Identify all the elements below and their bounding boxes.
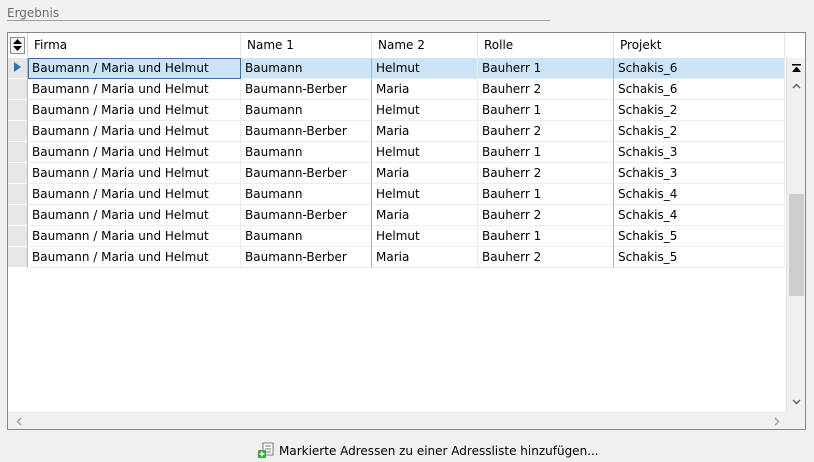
cell-firma[interactable]: Baumann / Maria und Helmut	[28, 58, 241, 79]
cell-name2[interactable]: Maria	[372, 121, 478, 142]
cell-projekt[interactable]: Schakis_6	[614, 79, 785, 100]
results-grid[interactable]: Firma Name 1 Name 2 Rolle Projekt Bauman…	[7, 32, 806, 430]
scrollbar-corner	[786, 412, 805, 429]
scroll-left-icon[interactable]	[10, 413, 27, 429]
cell-firma[interactable]: Baumann / Maria und Helmut	[28, 100, 241, 121]
cell-name2[interactable]: Maria	[372, 163, 478, 184]
column-header-projekt[interactable]: Projekt	[614, 33, 785, 57]
table-row[interactable]: Baumann / Maria und Helmut Baumann-Berber…	[8, 79, 787, 100]
row-header[interactable]	[8, 100, 28, 121]
cell-projekt[interactable]: Schakis_2	[614, 100, 785, 121]
scroll-up-icon[interactable]	[787, 78, 805, 94]
cell-name2[interactable]: Helmut	[372, 184, 478, 205]
cell-name2[interactable]: Maria	[372, 205, 478, 226]
header-corner[interactable]	[8, 33, 28, 57]
row-header[interactable]	[8, 226, 28, 247]
cell-rolle[interactable]: Bauherr 2	[478, 247, 614, 268]
cell-name2[interactable]: Helmut	[372, 142, 478, 163]
cell-name2[interactable]: Maria	[372, 79, 478, 100]
cell-name1[interactable]: Baumann-Berber	[241, 79, 372, 100]
cell-name1[interactable]: Baumann-Berber	[241, 121, 372, 142]
row-header[interactable]	[8, 184, 28, 205]
cell-firma[interactable]: Baumann / Maria und Helmut	[28, 121, 241, 142]
cell-rolle[interactable]: Bauherr 2	[478, 163, 614, 184]
cell-name2[interactable]: Maria	[372, 247, 478, 268]
row-header[interactable]	[8, 205, 28, 226]
grid-rows: Baumann / Maria und Helmut Baumann Helmut B…	[8, 58, 787, 268]
current-row-arrow-icon	[14, 61, 21, 75]
scroll-right-icon[interactable]	[768, 413, 785, 429]
cell-firma[interactable]: Baumann / Maria und Helmut	[28, 163, 241, 184]
sort-toggle-icon[interactable]	[10, 36, 25, 54]
cell-firma[interactable]: Baumann / Maria und Helmut	[28, 79, 241, 100]
column-header-firma[interactable]: Firma	[28, 33, 241, 57]
cell-rolle[interactable]: Bauherr 1	[478, 184, 614, 205]
table-row[interactable]: Baumann / Maria und Helmut Baumann Helmut B…	[8, 58, 787, 79]
cell-firma[interactable]: Baumann / Maria und Helmut	[28, 205, 241, 226]
vertical-scroll-thumb[interactable]	[789, 194, 804, 296]
table-row[interactable]: Baumann / Maria und Helmut Baumann Helmut B…	[8, 100, 787, 121]
cell-projekt[interactable]: Schakis_4	[614, 205, 785, 226]
cell-rolle[interactable]: Bauherr 1	[478, 142, 614, 163]
cell-projekt[interactable]: Schakis_5	[614, 247, 785, 268]
row-header[interactable]	[8, 142, 28, 163]
column-header-rolle[interactable]: Rolle	[478, 33, 614, 57]
cell-name2[interactable]: Helmut	[372, 100, 478, 121]
cell-projekt[interactable]: Schakis_3	[614, 163, 785, 184]
add-to-list-label: Markierte Adressen zu einer Adressliste …	[279, 444, 599, 458]
cell-name2[interactable]: Helmut	[372, 58, 478, 79]
column-header-name1[interactable]: Name 1	[241, 33, 372, 57]
group-title: Ergebnis	[7, 6, 60, 20]
table-row[interactable]: Baumann / Maria und Helmut Baumann-Berber…	[8, 121, 787, 142]
table-row[interactable]: Baumann / Maria und Helmut Baumann-Berber…	[8, 205, 787, 226]
cell-projekt[interactable]: Schakis_3	[614, 142, 785, 163]
row-header[interactable]	[8, 58, 28, 79]
cell-projekt[interactable]: Schakis_5	[614, 226, 785, 247]
cell-rolle[interactable]: Bauherr 1	[478, 226, 614, 247]
cell-name1[interactable]: Baumann	[241, 142, 372, 163]
cell-name1[interactable]: Baumann	[241, 226, 372, 247]
cell-name2[interactable]: Helmut	[372, 226, 478, 247]
cell-firma[interactable]: Baumann / Maria und Helmut	[28, 226, 241, 247]
cell-rolle[interactable]: Bauherr 1	[478, 100, 614, 121]
cell-name1[interactable]: Baumann-Berber	[241, 163, 372, 184]
cell-rolle[interactable]: Bauherr 1	[478, 58, 614, 79]
vertical-scrollbar[interactable]	[786, 58, 805, 429]
cell-name1[interactable]: Baumann	[241, 184, 372, 205]
scroll-down-icon[interactable]	[787, 394, 805, 410]
table-row[interactable]: Baumann / Maria und Helmut Baumann Helmut B…	[8, 184, 787, 205]
cell-rolle[interactable]: Bauherr 2	[478, 205, 614, 226]
scroll-to-top-icon[interactable]	[787, 60, 805, 76]
table-row[interactable]: Baumann / Maria und Helmut Baumann Helmut B…	[8, 226, 787, 247]
cell-name1[interactable]: Baumann-Berber	[241, 247, 372, 268]
row-header[interactable]	[8, 247, 28, 268]
table-row[interactable]: Baumann / Maria und Helmut Baumann Helmut B…	[8, 142, 787, 163]
cell-rolle[interactable]: Bauherr 2	[478, 121, 614, 142]
cell-rolle[interactable]: Bauherr 2	[478, 79, 614, 100]
cell-projekt[interactable]: Schakis_4	[614, 184, 785, 205]
cell-name1[interactable]: Baumann-Berber	[241, 205, 372, 226]
column-header-name2[interactable]: Name 2	[372, 33, 478, 57]
cell-projekt[interactable]: Schakis_2	[614, 121, 785, 142]
cell-name1[interactable]: Baumann	[241, 100, 372, 121]
cell-firma[interactable]: Baumann / Maria und Helmut	[28, 247, 241, 268]
add-to-list-button[interactable]: Markierte Adressen zu einer Adressliste …	[258, 442, 599, 460]
table-row[interactable]: Baumann / Maria und Helmut Baumann-Berber…	[8, 163, 787, 184]
row-header[interactable]	[8, 79, 28, 100]
horizontal-scrollbar[interactable]	[8, 412, 787, 429]
add-to-list-icon	[258, 442, 274, 461]
row-header[interactable]	[8, 121, 28, 142]
cell-firma[interactable]: Baumann / Maria und Helmut	[28, 184, 241, 205]
grid-header: Firma Name 1 Name 2 Rolle Projekt	[8, 33, 787, 59]
cell-projekt[interactable]: Schakis_6	[614, 58, 785, 79]
cell-name1[interactable]: Baumann	[241, 58, 372, 79]
group-divider	[7, 20, 550, 21]
cell-firma[interactable]: Baumann / Maria und Helmut	[28, 142, 241, 163]
table-row[interactable]: Baumann / Maria und Helmut Baumann-Berber…	[8, 247, 787, 268]
row-header[interactable]	[8, 163, 28, 184]
